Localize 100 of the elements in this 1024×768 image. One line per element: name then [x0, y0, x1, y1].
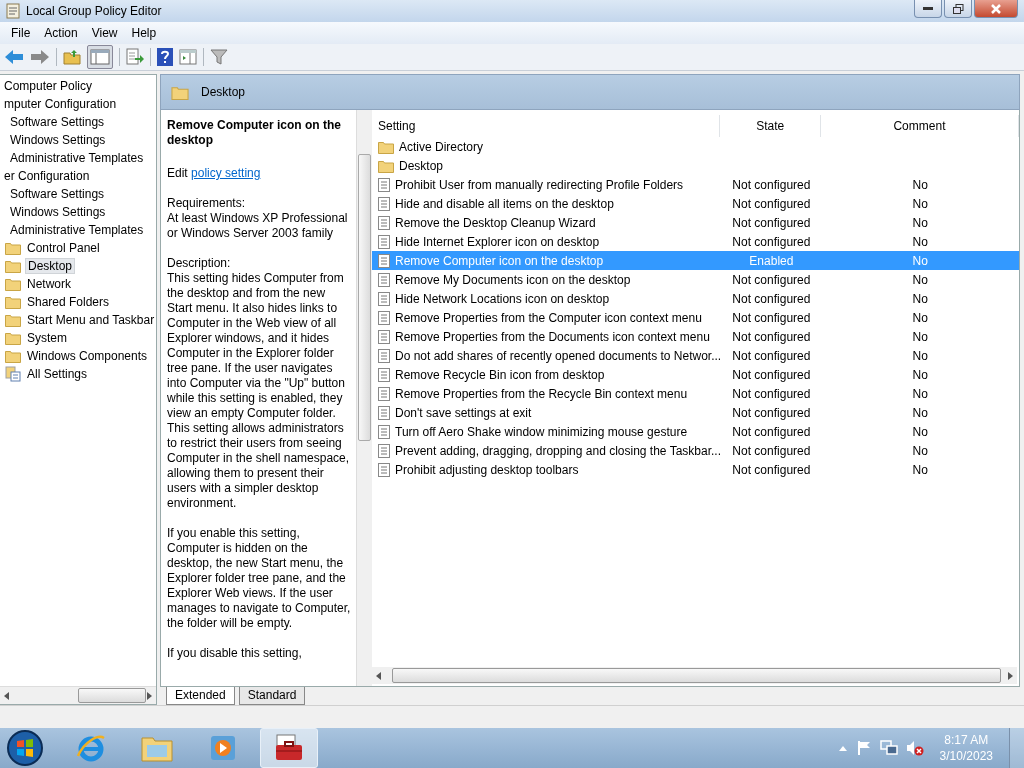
- show-hidden-icons-icon[interactable]: [837, 744, 848, 752]
- clock-date: 3/10/2023: [939, 748, 993, 764]
- setting-row[interactable]: Remove My Documents icon on the desktop Not configured No: [372, 270, 1019, 289]
- setting-row[interactable]: Hide Internet Explorer icon on desktop Not configured No: [372, 232, 1019, 251]
- tree-item[interactable]: er Configuration: [2, 169, 92, 183]
- tree-item[interactable]: Software Settings: [8, 115, 107, 129]
- setting-name: Don't save settings at exit: [395, 405, 532, 420]
- setting-state: Not configured: [732, 348, 811, 363]
- folder-icon: [5, 277, 21, 291]
- setting-row[interactable]: Remove the Desktop Cleanup Wizard Not configured No: [372, 213, 1019, 232]
- back-icon[interactable]: [4, 49, 24, 65]
- setting-state: Not configured: [732, 367, 811, 382]
- setting-row[interactable]: Active Directory: [372, 137, 1019, 156]
- horizontal-scrollbar[interactable]: [0, 686, 156, 704]
- column-header[interactable]: Setting: [372, 115, 721, 137]
- setting-row[interactable]: Remove Recycle Bin icon from desktop Not configured No: [372, 365, 1019, 384]
- vertical-scrollbar[interactable]: [356, 110, 372, 686]
- folder-up-icon[interactable]: [63, 49, 81, 65]
- flag-icon[interactable]: [855, 740, 872, 756]
- help-icon[interactable]: [157, 48, 173, 66]
- setting-name: Active Directory: [399, 139, 484, 154]
- play-icon: [208, 733, 238, 763]
- tree-item[interactable]: Network: [25, 277, 73, 291]
- setting-row[interactable]: Remove Properties from the Computer icon context menu Not configured No: [372, 308, 1019, 327]
- setting-name: Remove My Documents icon on the desktop: [395, 272, 631, 287]
- column-header[interactable]: State: [720, 115, 821, 137]
- tree-pane-icon[interactable]: [87, 45, 113, 69]
- setting-row[interactable]: Prevent adding, dragging, dropping and closing the Taskbar... Not configured No: [372, 441, 1019, 460]
- scroll-left-icon[interactable]: [376, 671, 382, 680]
- folder-icon: [171, 84, 189, 100]
- setting-comment: No: [912, 196, 928, 211]
- description-paragraph: Requirements: At least Windows XP Professional or Windows Server 2003 family: [167, 196, 349, 241]
- tree-item[interactable]: Administrative Templates: [8, 223, 146, 237]
- policy-document-icon: [378, 443, 390, 458]
- network-icon[interactable]: [879, 740, 898, 756]
- setting-row[interactable]: Do not add shares of recently opened documents to Networ... Not configured No: [372, 346, 1019, 365]
- forward-icon[interactable]: [30, 49, 50, 65]
- setting-row[interactable]: Remove Properties from the Recycle Bin context menu Not configured No: [372, 384, 1019, 403]
- setting-name: Hide Internet Explorer icon on desktop: [395, 234, 600, 249]
- setting-row[interactable]: Hide Network Locations icon on desktop Not configured No: [372, 289, 1019, 308]
- tree-item[interactable]: Control Panel: [25, 241, 102, 255]
- taskbar-button[interactable]: [260, 728, 318, 768]
- menu-item[interactable]: View: [84, 24, 125, 42]
- scroll-left-icon[interactable]: [4, 691, 10, 700]
- close-button[interactable]: [974, 0, 1018, 18]
- setting-state: Not configured: [732, 272, 811, 287]
- tree-item[interactable]: Windows Settings: [8, 133, 108, 147]
- menu-item[interactable]: Action: [37, 24, 85, 42]
- policy-setting-link[interactable]: policy setting: [191, 166, 261, 180]
- folder-icon: [5, 331, 21, 345]
- document-icon: [6, 3, 20, 19]
- folder-icon: [5, 349, 21, 363]
- setting-row[interactable]: Remove Properties from the Documents icon context menu Not configured No: [372, 327, 1019, 346]
- policy-document-icon: [378, 253, 390, 268]
- start-button[interactable]: [6, 729, 44, 767]
- tree-item[interactable]: Software Settings: [8, 187, 107, 201]
- tree-item[interactable]: Computer Policy: [2, 79, 95, 93]
- horizontal-scrollbar[interactable]: [372, 667, 1017, 684]
- setting-state: Not configured: [732, 310, 811, 325]
- policy-document-icon: [378, 405, 390, 420]
- setting-row[interactable]: Prohibit User from manually redirecting Profile Folders Not configured No: [372, 175, 1019, 194]
- setting-row[interactable]: Turn off Aero Shake window minimizing mouse gesture Not configured No: [372, 422, 1019, 441]
- setting-comment: No: [912, 405, 928, 420]
- tree-item[interactable]: Administrative Templates: [8, 151, 146, 165]
- tree-item[interactable]: Windows Components: [25, 349, 150, 363]
- minimize-button[interactable]: [914, 0, 942, 18]
- folder-icon: [378, 158, 394, 173]
- setting-row[interactable]: Desktop: [372, 156, 1019, 175]
- setting-row[interactable]: Hide and disable all items on the desktop Not configured No: [372, 194, 1019, 213]
- tree-item[interactable]: mputer Configuration: [2, 97, 119, 111]
- column-header[interactable]: Comment: [820, 115, 1019, 137]
- setting-row[interactable]: Don't save settings at exit Not configured No: [372, 403, 1019, 422]
- speaker-muted-icon[interactable]: [905, 740, 924, 756]
- tree-item[interactable]: Shared Folders: [25, 295, 112, 309]
- setting-comment: No: [912, 424, 928, 439]
- view-tab[interactable]: Extended: [166, 687, 235, 705]
- show-desktop-button[interactable]: [1009, 728, 1024, 768]
- setting-state: Enabled: [749, 253, 794, 268]
- setting-name: Do not add shares of recently opened documents to Networ...: [395, 348, 722, 363]
- setting-state: Not configured: [732, 234, 811, 249]
- view-tab[interactable]: Standard: [238, 687, 306, 705]
- policy-document-icon: [378, 272, 390, 287]
- tree-item[interactable]: Start Menu and Taskbar: [25, 313, 157, 327]
- setting-row[interactable]: Prohibit adjusting desktop toolbars Not configured No: [372, 460, 1019, 479]
- setting-comment: No: [912, 329, 928, 344]
- filter-icon[interactable]: [210, 49, 228, 65]
- menu-item[interactable]: File: [4, 24, 38, 42]
- tree-item[interactable]: System: [25, 331, 69, 345]
- restore-button[interactable]: [944, 0, 972, 18]
- action-pane-icon[interactable]: [179, 49, 197, 65]
- export-list-icon[interactable]: [126, 48, 144, 66]
- scroll-right-icon[interactable]: [1007, 671, 1013, 680]
- setting-name: Desktop: [399, 158, 444, 173]
- tree-item[interactable]: All Settings: [25, 367, 90, 381]
- folder-icon: [5, 295, 21, 309]
- menu-item[interactable]: Help: [124, 24, 164, 42]
- tree-item[interactable]: Windows Settings: [8, 205, 108, 219]
- folder-icon: [5, 241, 21, 255]
- minimize-icon: [923, 6, 933, 11]
- tree-item[interactable]: Desktop: [25, 258, 76, 274]
